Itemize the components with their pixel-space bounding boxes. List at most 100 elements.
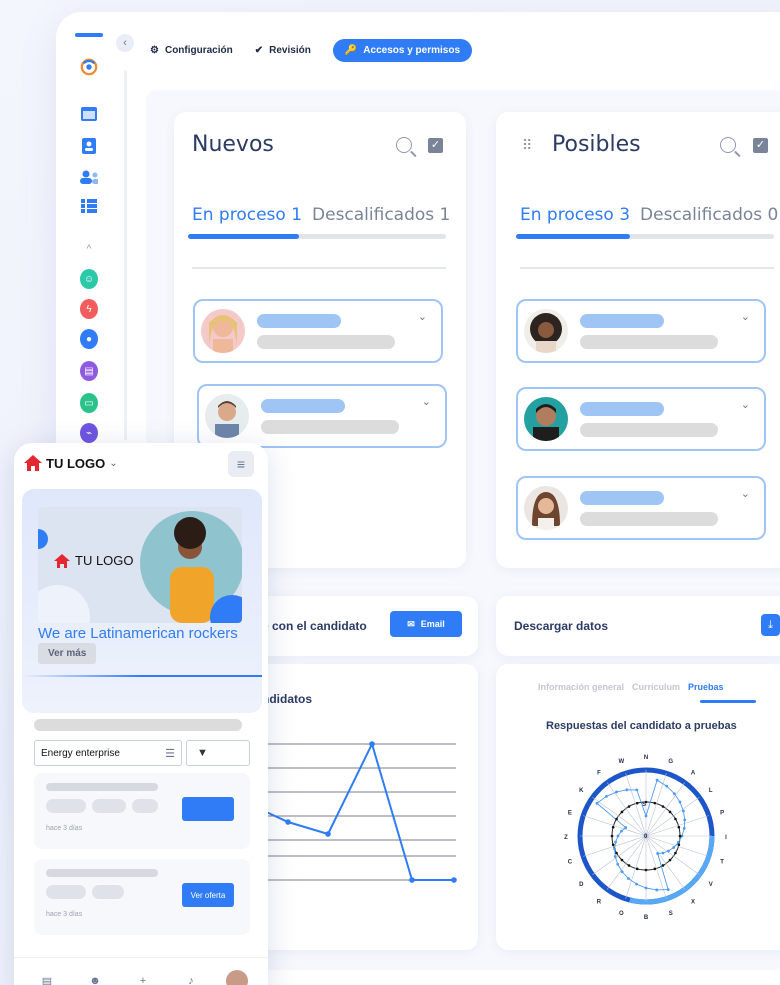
radar-point xyxy=(678,800,682,804)
tab-tests[interactable]: Pruebas xyxy=(688,682,724,692)
filter-icon: ▼ xyxy=(197,747,208,759)
radar-axis xyxy=(645,835,709,857)
menu-icon[interactable]: ≡ xyxy=(228,451,254,477)
mail-icon: ✉ xyxy=(407,618,415,629)
team-icon[interactable]: ☺ xyxy=(80,269,98,289)
mobile-logo[interactable]: TU LOGO ⌄ xyxy=(24,455,118,471)
mobile-header: TU LOGO ⌄ ≡ xyxy=(14,443,268,489)
download-icon[interactable]: ⤓ xyxy=(761,614,780,636)
name-placeholder xyxy=(580,491,664,505)
tab-disqualified[interactable]: Descalificados 1 xyxy=(312,205,450,225)
ver-mas-button[interactable]: Ver más xyxy=(38,643,97,664)
filter-button[interactable]: ▼ xyxy=(186,740,250,766)
config-tab[interactable]: ⚙ Configuración xyxy=(150,45,233,56)
radar-point xyxy=(615,790,618,794)
radar-point xyxy=(676,841,680,844)
inbox-icon[interactable]: ▤ xyxy=(36,970,58,985)
collapse-sidebar-button[interactable]: ‹ xyxy=(116,34,134,52)
tab-general-info[interactable]: Información general xyxy=(538,682,624,692)
radar-label: N xyxy=(644,755,648,761)
email-button[interactable]: ✉ Email xyxy=(390,611,462,637)
plug-icon[interactable]: ⌁ xyxy=(80,423,98,443)
radar-inner-point xyxy=(644,800,648,804)
lightning-icon[interactable]: ϟ xyxy=(80,299,98,319)
profile-avatar[interactable] xyxy=(226,970,248,985)
name-placeholder xyxy=(261,399,345,413)
radar-series-line xyxy=(596,779,686,891)
chevron-down-icon[interactable]: ⌄ xyxy=(741,487,750,500)
radar-inner-point xyxy=(635,867,639,871)
email-button-label: Email xyxy=(420,619,445,629)
chevron-down-icon[interactable]: ⌄ xyxy=(418,310,427,323)
radar-label: C xyxy=(568,860,573,866)
review-tab[interactable]: ✔ Revisión xyxy=(255,45,311,56)
tab-in-process[interactable]: En proceso 3 xyxy=(520,205,630,225)
candidate-card[interactable]: ⌄ xyxy=(193,299,443,363)
users-icon[interactable] xyxy=(80,168,98,186)
tab-in-process[interactable]: En proceso 1 xyxy=(192,205,302,225)
config-label: Configuración xyxy=(164,44,233,56)
checkbox-icon[interactable]: ✓ xyxy=(428,138,443,153)
radar-point xyxy=(616,862,620,866)
chevron-down-icon[interactable]: ⌄ xyxy=(741,310,750,323)
company-select[interactable]: Energy enterprise ☰ xyxy=(34,740,182,766)
radar-point xyxy=(624,826,628,829)
job-action-button[interactable] xyxy=(182,797,234,821)
plus-icon[interactable]: + xyxy=(132,970,154,985)
drag-handle-icon[interactable]: ⠿ xyxy=(522,137,532,154)
divider xyxy=(192,267,446,269)
progress-bar xyxy=(188,234,446,239)
search-icon[interactable] xyxy=(396,137,412,153)
column-title: Nuevos xyxy=(192,132,274,157)
title-placeholder xyxy=(46,869,158,877)
radar-label: P xyxy=(720,810,724,816)
radar-inner-point xyxy=(674,817,677,821)
tab-curriculum[interactable]: Currículum xyxy=(632,682,680,692)
radar-inner-point xyxy=(653,801,657,805)
checkbox-icon[interactable]: ✓ xyxy=(753,138,768,153)
radar-point xyxy=(665,784,669,788)
mobile-bottom-nav: ▤ ☻ + ♪ xyxy=(14,957,268,985)
candidate-card[interactable]: ⌄ xyxy=(516,299,766,363)
detail-placeholder xyxy=(580,512,718,526)
radar-inner-point xyxy=(635,801,639,805)
hero-logo-text: TU LOGO xyxy=(75,553,134,568)
bell-icon[interactable]: ♪ xyxy=(180,970,202,985)
candidate-card[interactable]: ⌄ xyxy=(197,384,447,448)
search-icon[interactable] xyxy=(720,137,736,153)
contact-card-icon[interactable] xyxy=(80,137,98,155)
job-card[interactable]: hace 3 días Ver oferta xyxy=(34,859,250,935)
top-toolbar: ⚙ Configuración ✔ Revisión 🔑 Accesos y p… xyxy=(150,38,472,62)
card-icon[interactable]: ▭ xyxy=(80,393,98,413)
chevron-up-icon[interactable]: ^ xyxy=(80,240,98,258)
avatar xyxy=(524,309,568,353)
list-view-icon[interactable] xyxy=(80,197,98,215)
browser-window-icon[interactable] xyxy=(80,105,98,123)
job-card[interactable]: hace 3 días xyxy=(34,773,250,849)
radar-inner-point xyxy=(661,805,665,808)
candidate-card[interactable]: ⌄ xyxy=(516,387,766,451)
chevron-down-icon[interactable]: ⌄ xyxy=(422,395,431,408)
detail-placeholder xyxy=(257,335,395,349)
candidate-card[interactable]: ⌄ xyxy=(516,476,766,540)
tag-placeholder xyxy=(46,885,86,899)
active-tab-indicator xyxy=(700,700,756,703)
detail-placeholder xyxy=(580,335,718,349)
view-offer-button[interactable]: Ver oferta xyxy=(182,883,234,907)
sidebar-scrollbar[interactable] xyxy=(124,70,127,440)
tab-disqualified[interactable]: Descalificados 0 xyxy=(640,205,778,225)
access-permissions-button[interactable]: 🔑 Accesos y permisos xyxy=(332,38,472,62)
chart-title: ndidatos xyxy=(262,692,312,706)
radar-inner-point xyxy=(644,868,648,872)
book-icon[interactable]: ▤ xyxy=(80,361,98,381)
radar-label: D xyxy=(579,882,584,888)
chevron-down-icon[interactable]: ⌄ xyxy=(741,398,750,411)
chat-icon[interactable]: ● xyxy=(80,329,98,349)
avatar xyxy=(524,486,568,530)
column-tabs: En proceso 3 Descalificados 0 xyxy=(520,205,778,225)
people-icon[interactable]: ☻ xyxy=(84,970,106,985)
mobile-preview: TU LOGO ⌄ ≡ TU LOGO We are Latinamerican… xyxy=(14,443,268,985)
line-chart xyxy=(262,741,457,883)
brand-logo-icon[interactable] xyxy=(80,58,98,76)
contact-label: e con el candidato xyxy=(262,619,367,633)
